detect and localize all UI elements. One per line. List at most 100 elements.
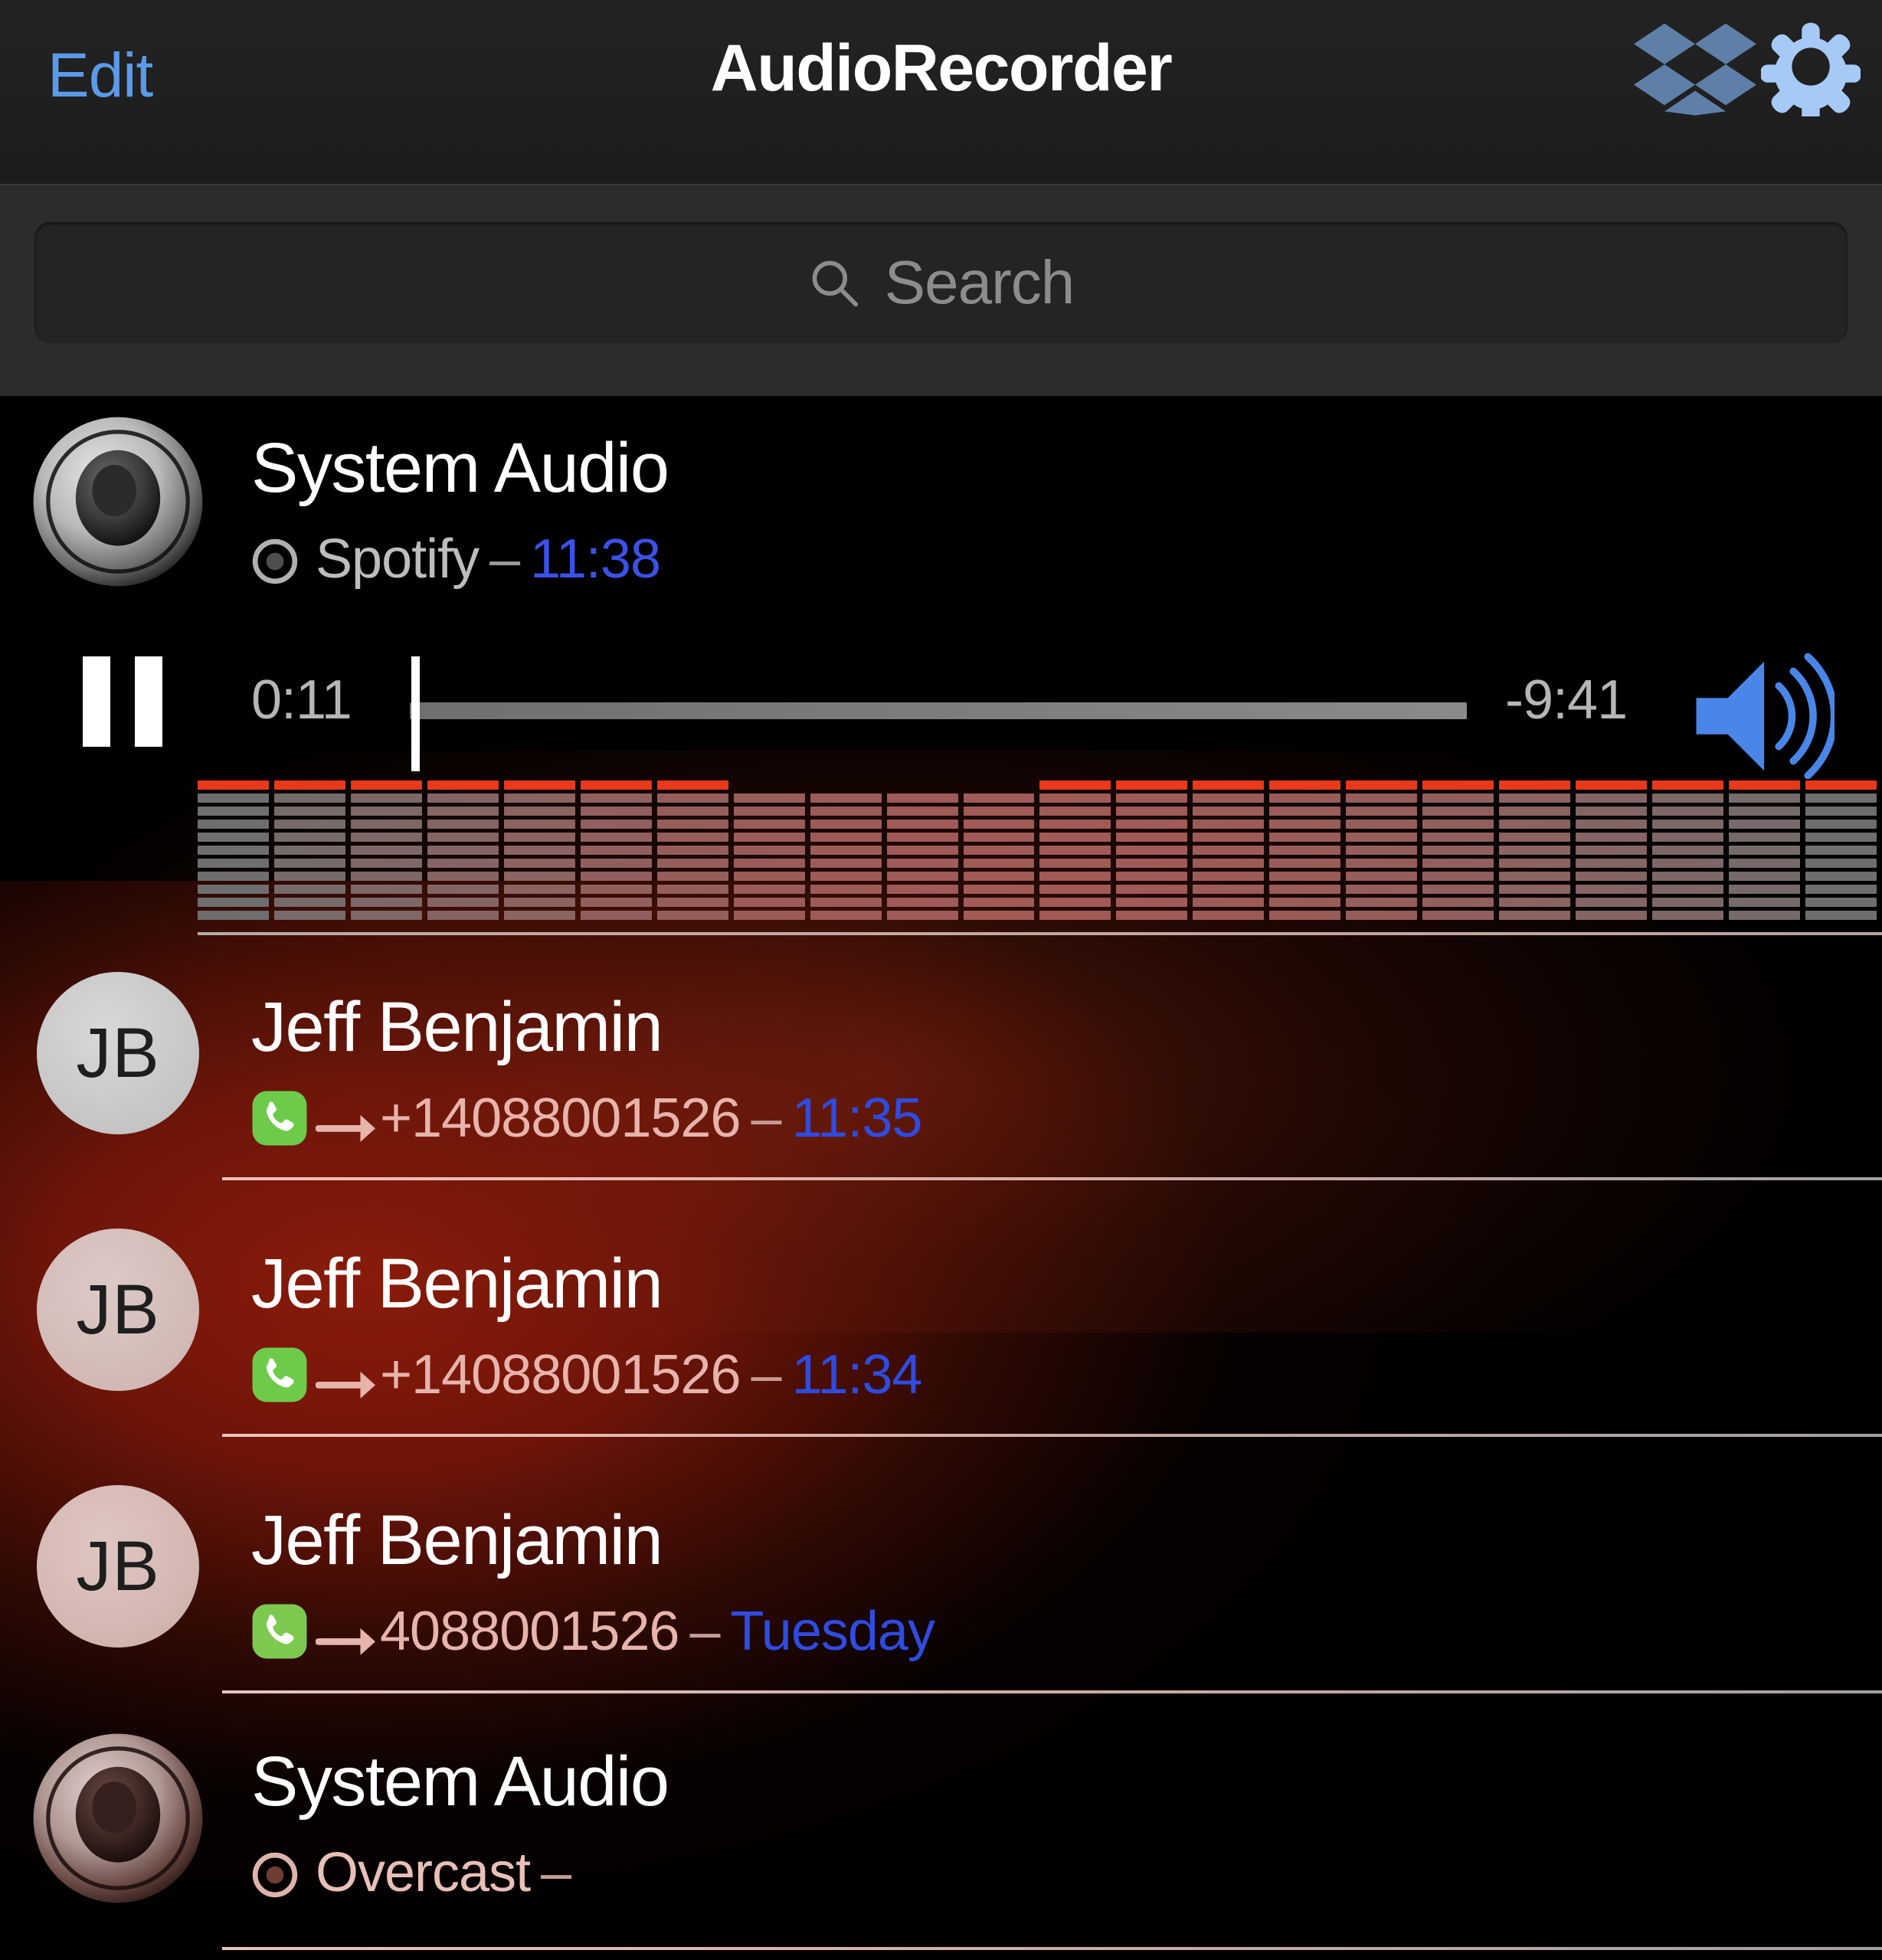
gear-icon[interactable] [1759, 17, 1862, 125]
equalizer-segment [1346, 898, 1418, 907]
equalizer-segment [963, 833, 1035, 842]
equalizer-segment [886, 911, 958, 920]
dropbox-icon[interactable] [1634, 21, 1756, 116]
equalizer-segment [733, 846, 805, 855]
equalizer-segment [1499, 898, 1571, 907]
equalizer-segment [1652, 859, 1724, 868]
equalizer-segment [580, 911, 652, 920]
equalizer-segment [427, 780, 499, 790]
equalizer-segment [1652, 820, 1724, 829]
equalizer-segment [1805, 793, 1877, 803]
equalizer-segment [1116, 820, 1188, 829]
equalizer-segment [198, 898, 269, 907]
equalizer-segment [580, 820, 652, 829]
equalizer-segment [1729, 846, 1801, 855]
equalizer-segment [1422, 780, 1494, 790]
navbar-actions [1634, 17, 1862, 125]
list-item-source: +14088001526 [380, 1344, 741, 1405]
equalizer-column [656, 780, 734, 920]
equalizer-segment [580, 885, 652, 894]
equalizer-segment [1193, 911, 1265, 920]
equalizer-segment [1116, 793, 1188, 803]
equalizer-segment [350, 846, 422, 855]
arrow-right-icon [315, 1355, 375, 1399]
equalizer-segment [503, 833, 575, 842]
list-item[interactable]: JB Jeff Benjamin +14088001526 – [0, 924, 1882, 1181]
equalizer-segment [1576, 911, 1648, 920]
list-item-source: +14088001526 [380, 1088, 741, 1149]
equalizer-segment [656, 807, 728, 816]
scrubber-track[interactable] [410, 702, 1467, 719]
equalizer-segment [1269, 885, 1341, 894]
equalizer-segment [886, 872, 958, 881]
equalizer-segment [1039, 833, 1111, 842]
list-item-source: Spotify [316, 528, 480, 590]
equalizer-segment [810, 885, 882, 894]
equalizer-segment [1116, 872, 1188, 881]
list-item[interactable]: System Audio Spotify – 11:38 0:11 -9:41 [0, 396, 1882, 935]
equalizer-segment [198, 780, 269, 790]
equalizer-segment [1346, 846, 1418, 855]
avatar: JB [37, 972, 199, 1134]
equalizer-segment [503, 872, 575, 881]
equalizer-segment [656, 859, 728, 868]
equalizer-segment [273, 833, 345, 842]
equalizer-segment [273, 859, 345, 868]
equalizer-segment [350, 911, 422, 920]
equalizer-segment [1116, 833, 1188, 842]
equalizer-segment [1346, 911, 1418, 920]
search-input[interactable]: Search [34, 222, 1848, 343]
equalizer-segment [810, 846, 882, 855]
equalizer-segment [1269, 859, 1341, 868]
equalizer-segment [1805, 885, 1877, 894]
equalizer-segment [350, 872, 422, 881]
equalizer-meter [198, 780, 1882, 920]
equalizer-segment [963, 807, 1035, 816]
equalizer-segment [1576, 872, 1648, 881]
equalizer-segment [427, 820, 499, 829]
equalizer-segment [1039, 793, 1111, 803]
equalizer-segment [427, 833, 499, 842]
equalizer-segment [810, 793, 882, 803]
equalizer-segment [198, 846, 269, 855]
search-bar-container: Search [0, 185, 1882, 396]
equalizer-segment [886, 833, 958, 842]
equalizer-segment [1422, 885, 1494, 894]
equalizer-segment [1346, 833, 1418, 842]
pause-button[interactable] [83, 656, 162, 747]
equalizer-segment [1576, 833, 1648, 842]
equalizer-segment [580, 859, 652, 868]
equalizer-segment [427, 793, 499, 803]
equalizer-segment [656, 793, 728, 803]
list-separator [222, 1177, 1882, 1180]
list-item[interactable]: JB Jeff Benjamin +14088001526 – [0, 1181, 1882, 1438]
equalizer-segment [656, 820, 728, 829]
equalizer-segment [198, 793, 269, 803]
equalizer-segment [733, 872, 805, 881]
equalizer-segment [810, 859, 882, 868]
equalizer-segment [1346, 872, 1418, 881]
scrubber-playhead[interactable] [411, 656, 420, 771]
record-dot-icon [251, 535, 299, 584]
equalizer-segment [1576, 846, 1648, 855]
equalizer-segment [1499, 780, 1571, 790]
list-item[interactable]: System Audio Overcast – [0, 1694, 1882, 1951]
list-item-source: Overcast [316, 1842, 531, 1903]
list-item[interactable]: JB Jeff Benjamin 4088001526 – Tuesday [0, 1438, 1882, 1694]
equalizer-segment [963, 898, 1035, 907]
equalizer-segment [1039, 859, 1111, 868]
equalizer-segment [1805, 911, 1877, 920]
record-dot-icon [251, 1849, 299, 1898]
equalizer-segment [964, 780, 1035, 790]
equalizer-segment [963, 793, 1035, 803]
equalizer-segment [1499, 820, 1571, 829]
equalizer-segment [273, 846, 345, 855]
equalizer-segment [198, 872, 269, 881]
list-item-title: Jeff Benjamin [251, 1501, 663, 1579]
equalizer-segment [733, 859, 805, 868]
phone-icon [251, 1090, 308, 1147]
equalizer-segment [963, 911, 1035, 920]
volume-high-icon[interactable] [1689, 647, 1835, 785]
equalizer-segment [1116, 846, 1188, 855]
list-item-title: Jeff Benjamin [251, 1245, 663, 1323]
